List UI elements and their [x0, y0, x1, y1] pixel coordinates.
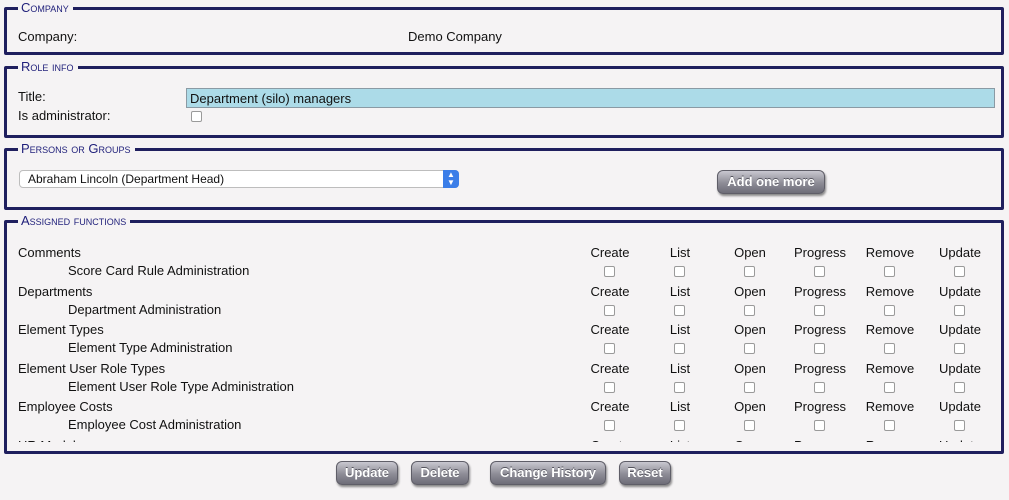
function-group-name: Element Types — [18, 322, 104, 337]
permission-column-label: Progress — [793, 322, 847, 337]
permission-column-label: Update — [939, 245, 981, 260]
permission-column-label: Update — [939, 399, 981, 414]
function-group-row: Element Types Element Type Administration… — [7, 310, 1001, 355]
assigned-functions-panel: Assigned functions Comments Score Card Ru… — [4, 214, 1004, 454]
function-group-name: Element User Role Types — [18, 360, 166, 376]
is-administrator-checkbox[interactable] — [191, 111, 202, 122]
update-button[interactable]: Update — [336, 461, 398, 485]
permission-column-label: Remove — [865, 399, 915, 414]
role-info-panel: Role info Title: Is administrator: — [4, 60, 1004, 138]
permission-column-label: Progress — [793, 245, 847, 260]
permission-column-label: Remove — [865, 322, 915, 337]
title-input[interactable] — [186, 88, 995, 108]
permission-column-label: Update — [939, 360, 981, 376]
permission-column-label: Create — [590, 245, 630, 260]
function-group-name: Comments — [18, 245, 81, 260]
assigned-functions-legend: Assigned functions — [18, 214, 131, 228]
permission-column-label: Open — [734, 283, 766, 299]
permission-column-label: Open — [734, 399, 766, 414]
permission-column-label: Create — [590, 322, 630, 337]
permission-column-label: Update — [925, 438, 995, 443]
company-legend: Company — [18, 1, 73, 15]
change-history-button[interactable]: Change History — [490, 461, 606, 485]
title-label: Title: — [18, 89, 46, 104]
permission-column-label: Progress — [793, 283, 847, 299]
functions-list[interactable]: Comments Score Card Rule Administration Cr… — [7, 233, 1001, 442]
permission-column-label: Create — [590, 360, 630, 376]
function-group-name: HR Module — [18, 438, 83, 443]
reset-button[interactable]: Reset — [619, 461, 671, 485]
add-one-more-button[interactable]: Add one more — [717, 170, 825, 194]
delete-button[interactable]: Delete — [411, 461, 469, 485]
role-info-legend: Role info — [18, 60, 78, 74]
permission-column-label: Open — [734, 322, 766, 337]
permission-column-label: List — [669, 245, 691, 260]
person-select[interactable]: Abraham Lincoln (Department Head) ▲ ▼ — [19, 170, 459, 188]
permission-column-label: Create — [590, 399, 630, 414]
permission-column-label: Create — [590, 283, 630, 299]
permission-column-label: List — [669, 360, 691, 376]
function-group-row: Element User Role Types Element User Role… — [7, 349, 1001, 394]
persons-groups-legend: Persons or Groups — [18, 142, 135, 156]
function-group-row: Employee Costs Employee Cost Administrati… — [7, 387, 1001, 432]
permission-column-label: Remove — [855, 438, 925, 443]
function-group-name: Employee Costs — [18, 399, 113, 414]
permission-column-label: Open — [715, 438, 785, 443]
permission-column-label: Remove — [865, 283, 915, 299]
person-select-value: Abraham Lincoln (Department Head) — [28, 172, 225, 186]
permission-column-label: Progress — [793, 360, 847, 376]
permission-column-label: Create — [575, 438, 645, 443]
permission-column-label: Update — [939, 322, 981, 337]
permission-column-label: List — [669, 399, 691, 414]
permission-column-label: Progress — [785, 438, 855, 443]
company-value: Demo Company — [408, 29, 502, 44]
function-group-name: Departments — [18, 283, 93, 299]
permission-column-label: Open — [734, 360, 766, 376]
permission-column-label: List — [669, 283, 691, 299]
function-group-row: HR Module CreateListOpenProgressRemoveUpd… — [7, 426, 1001, 443]
permission-column-label: List — [669, 322, 691, 337]
function-group-row: Comments Score Card Rule Administration Cr… — [7, 233, 1001, 278]
permission-column-label: Update — [939, 283, 981, 299]
permission-column-label: Progress — [793, 399, 847, 414]
select-arrows-icon: ▲ ▼ — [443, 170, 459, 188]
permission-column-label: Remove — [865, 360, 915, 376]
company-panel: Company Company: Demo Company — [4, 1, 1004, 55]
persons-groups-panel: Persons or Groups Abraham Lincoln (Depar… — [4, 142, 1004, 210]
is-administrator-label: Is administrator: — [18, 108, 111, 123]
permission-column-label: Open — [734, 245, 766, 260]
company-label: Company: — [18, 29, 78, 44]
permission-column-label: Remove — [865, 245, 915, 260]
permission-column-label: List — [645, 438, 715, 443]
function-group-row: Departments Department Administration Crea… — [7, 272, 1001, 317]
